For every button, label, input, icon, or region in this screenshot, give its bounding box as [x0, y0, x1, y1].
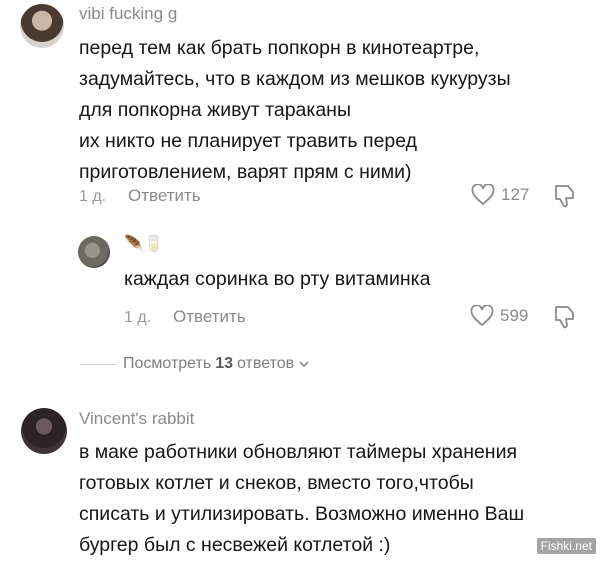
reply-button[interactable]: Ответить — [173, 307, 246, 327]
comment-age: 1 д. — [79, 188, 107, 205]
thumbs-down-icon — [555, 306, 574, 329]
thumbs-down-icon — [555, 185, 574, 208]
reply-button[interactable]: Ответить — [128, 186, 201, 206]
reply-text: каждая соринка во рту витаминка — [124, 268, 431, 290]
heart-icon — [470, 305, 494, 326]
view-replies-button[interactable]: Посмотреть 13 ответов — [123, 355, 311, 373]
heart-icon — [471, 184, 495, 205]
reply-author[interactable]: 🪶🥛 — [124, 234, 164, 254]
comment-text: в маке работники обновляют таймеры хране… — [79, 441, 525, 556]
comment-author[interactable]: Vincent's rabbit — [79, 409, 194, 429]
like-button[interactable]: 599 — [470, 305, 528, 327]
avatar[interactable] — [78, 236, 110, 268]
watermark: Fishki.net — [536, 538, 596, 554]
avatar[interactable] — [21, 408, 67, 454]
comment-text: перед тем как брать попкорн в кинотеартр… — [79, 37, 511, 183]
divider — [80, 364, 116, 365]
avatar[interactable] — [20, 4, 64, 48]
dislike-button[interactable] — [553, 183, 577, 214]
chevron-down-icon — [299, 361, 309, 368]
like-count: 127 — [501, 185, 530, 204]
reply-age: 1 д. — [124, 309, 152, 326]
comment-author[interactable]: vibi fucking g — [79, 4, 177, 24]
view-replies-prefix: Посмотреть — [123, 355, 212, 372]
like-count: 599 — [500, 306, 529, 325]
view-replies-count: 13 — [215, 355, 233, 372]
view-replies-suffix: ответов — [237, 355, 295, 372]
dislike-button[interactable] — [553, 304, 577, 335]
like-button[interactable]: 127 — [471, 184, 529, 206]
